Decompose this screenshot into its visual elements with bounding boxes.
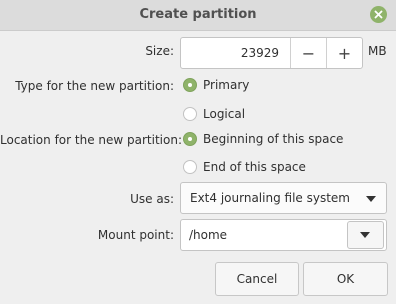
create-partition-dialog: Create partition Size: 23929 − + MB Type… [0,0,396,304]
ok-button[interactable]: OK [303,262,388,296]
radio-logical-indicator[interactable] [183,107,197,121]
size-decrement-button[interactable]: − [290,38,326,68]
radio-primary-label: Primary [203,78,250,92]
chevron-down-icon [366,196,376,202]
radio-beginning-label: Beginning of this space [203,132,344,146]
chevron-down-icon [360,232,370,238]
size-value[interactable]: 23929 [181,46,279,60]
mount-point-dropdown-button[interactable] [347,221,384,249]
location-label: Location for the new partition: [0,133,182,147]
size-label: Size: [145,44,174,58]
size-spinbutton: 23929 − + [180,37,363,69]
radio-beginning-indicator[interactable] [183,132,197,146]
title-bar: Create partition [0,0,396,31]
mount-point-value: /home [189,228,228,242]
dialog-title: Create partition [139,7,257,22]
use-as-combo[interactable]: Ext4 journaling file system [180,182,387,214]
radio-end-indicator[interactable] [183,160,197,174]
use-as-label: Use as: [130,192,174,206]
radio-primary-indicator[interactable] [183,78,197,92]
close-button[interactable] [370,6,387,23]
radio-end[interactable]: End of this space [183,160,306,174]
type-label: Type for the new partition: [15,79,174,93]
radio-end-label: End of this space [203,160,306,174]
mount-point-label: Mount point: [97,228,174,242]
radio-logical-label: Logical [203,107,246,121]
use-as-value: Ext4 journaling file system [190,191,350,205]
size-increment-button[interactable]: + [326,38,362,68]
cancel-button[interactable]: Cancel [215,262,299,296]
radio-logical[interactable]: Logical [183,107,245,121]
size-unit: MB [368,44,387,58]
close-icon [374,10,383,19]
radio-primary[interactable]: Primary [183,78,249,92]
radio-beginning[interactable]: Beginning of this space [183,132,343,146]
